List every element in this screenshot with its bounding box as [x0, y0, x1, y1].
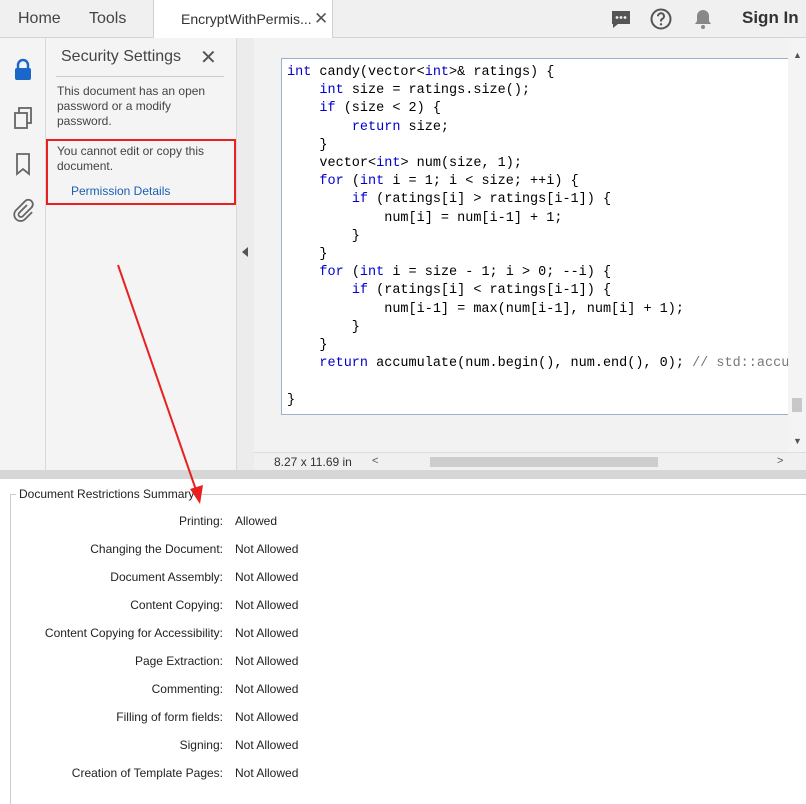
left-icon-rail	[0, 38, 46, 470]
panel-collapse-handle[interactable]	[237, 38, 254, 470]
code-line: for (int i = 1; i < size; ++i) {	[319, 174, 579, 190]
restriction-value: Not Allowed	[235, 542, 299, 556]
restriction-label: Changing the Document:	[90, 542, 223, 556]
code-line: num[i-1] = max(num[i-1], num[i] + 1);	[287, 301, 684, 317]
panel-title: Security Settings	[61, 48, 182, 65]
code-block: int candy(vector<int>& ratings) { int si…	[287, 64, 806, 410]
restriction-label: Content Copying for Accessibility:	[44, 626, 223, 640]
password-note-line: This document has an open	[57, 84, 206, 98]
sign-in-button[interactable]: Sign In	[742, 8, 799, 28]
restriction-value: Not Allowed	[235, 570, 299, 584]
document-tab[interactable]: EncryptWithPermis... ✕	[153, 0, 333, 39]
restriction-value: Not Allowed	[235, 654, 299, 668]
pane-splitter[interactable]	[0, 470, 806, 479]
scroll-right-icon[interactable]: >	[777, 455, 783, 467]
restriction-label: Creation of Template Pages:	[71, 766, 223, 780]
scroll-up-icon[interactable]: ▲	[793, 50, 802, 60]
security-settings-panel: Security Settings ✕ This document has an…	[46, 38, 237, 470]
code-line: for (int i = size - 1; i > 0; --i) {	[319, 265, 612, 281]
bell-icon[interactable]	[691, 7, 715, 31]
code-line: num[i] = num[i-1] + 1;	[287, 210, 563, 226]
chat-icon[interactable]	[609, 7, 633, 31]
code-line: if (ratings[i] < ratings[i-1]) {	[351, 283, 612, 299]
vertical-scrollbar[interactable]: ▲ ▼	[788, 38, 806, 452]
password-note: This document has an open password or a …	[57, 84, 205, 129]
password-note-line: password.	[57, 114, 112, 128]
restriction-value: Not Allowed	[235, 598, 299, 612]
bookmark-icon[interactable]	[12, 152, 34, 176]
home-tab[interactable]: Home	[18, 0, 61, 38]
restriction-value: Not Allowed	[235, 738, 299, 752]
code-line: return size;	[351, 119, 450, 135]
restrictions-summary: Document Restrictions Summary Printing: A…	[0, 479, 806, 804]
attachment-icon[interactable]	[12, 198, 34, 222]
document-page: int candy(vector<int>& ratings) { int si…	[281, 58, 806, 415]
restriction-label: Printing:	[178, 514, 223, 528]
help-icon[interactable]	[649, 7, 673, 31]
restriction-value: Not Allowed	[235, 682, 299, 696]
code-line: }	[287, 392, 296, 408]
restriction-label: Commenting:	[151, 682, 223, 696]
restriction-note: You cannot edit or copy this document.	[57, 144, 204, 174]
close-tab-icon[interactable]: ✕	[314, 9, 328, 29]
top-toolbar: Home Tools EncryptWithPermis... ✕ Sign I…	[0, 0, 806, 39]
restriction-value: Not Allowed	[235, 626, 299, 640]
pages-icon[interactable]	[12, 106, 34, 130]
permission-details-link[interactable]: Permission Details	[71, 184, 170, 198]
summary-title: Document Restrictions Summary	[16, 487, 198, 501]
code-line: return accumulate(num.begin(), num.end()…	[319, 356, 806, 372]
code-line: }	[287, 137, 328, 153]
close-panel-icon[interactable]: ✕	[200, 45, 217, 70]
code-line: if (ratings[i] > ratings[i-1]) {	[351, 192, 612, 208]
status-bar: 8.27 x 11.69 in < >	[254, 452, 806, 470]
document-tab-label: EncryptWithPermis...	[181, 11, 312, 27]
restriction-label: Document Assembly:	[110, 570, 223, 584]
code-line: }	[287, 338, 328, 354]
restriction-label: Filling of form fields:	[116, 710, 223, 724]
password-note-line: password or a modify	[57, 99, 172, 113]
summary-group-box	[10, 494, 806, 804]
restriction-label: Page Extraction:	[134, 654, 223, 668]
restriction-label: Signing:	[179, 738, 223, 752]
restriction-note-line: You cannot edit or copy this	[57, 144, 204, 158]
collapse-arrow-icon	[242, 247, 248, 257]
scroll-thumb[interactable]	[792, 398, 802, 412]
code-line: int size = ratings.size();	[319, 83, 531, 99]
tools-tab[interactable]: Tools	[89, 0, 126, 38]
restriction-value: Not Allowed	[235, 766, 299, 780]
document-view: int candy(vector<int>& ratings) { int si…	[254, 38, 806, 452]
code-line: vector<int> num(size, 1);	[287, 156, 522, 172]
lock-icon[interactable]	[12, 58, 34, 82]
horizontal-scroll-thumb[interactable]	[430, 457, 658, 467]
code-line: int candy(vector<int>& ratings) {	[287, 65, 555, 80]
code-line: if (size < 2) {	[319, 101, 441, 117]
code-line: }	[287, 228, 360, 244]
page-size-readout: 8.27 x 11.69 in	[274, 455, 352, 469]
restriction-value: Not Allowed	[235, 710, 299, 724]
code-line: }	[287, 319, 360, 335]
code-line: }	[287, 247, 328, 263]
scroll-left-icon[interactable]: <	[372, 455, 378, 467]
scroll-down-icon[interactable]: ▼	[793, 436, 802, 446]
panel-divider	[56, 76, 224, 77]
restriction-value: Allowed	[235, 514, 278, 528]
restriction-label: Content Copying:	[130, 598, 223, 612]
restriction-note-line: document.	[57, 159, 114, 173]
